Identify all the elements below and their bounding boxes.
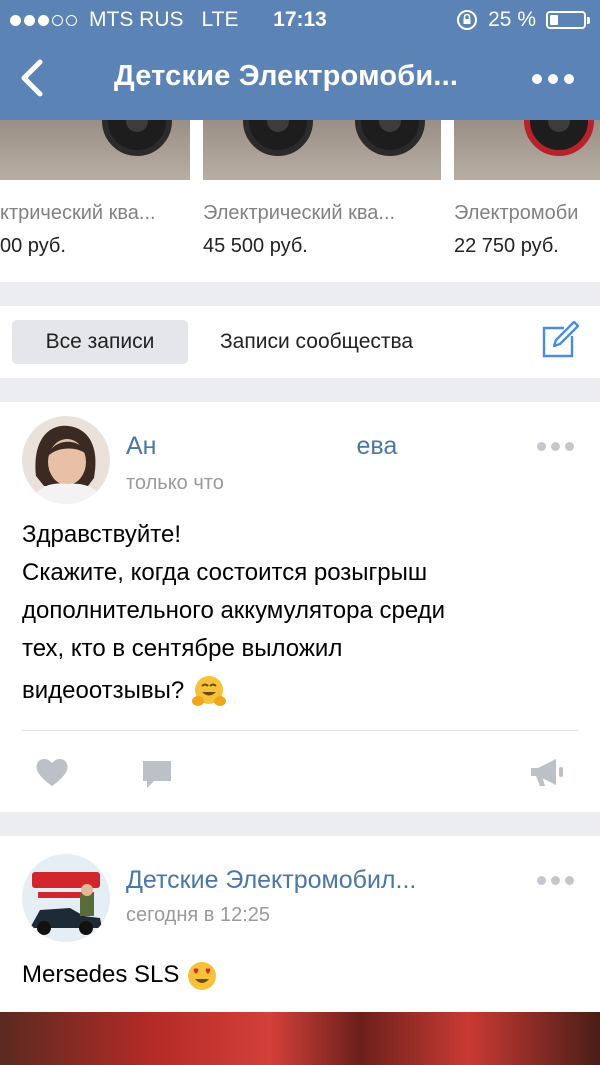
post-more-icon[interactable] (537, 442, 574, 451)
product-image (203, 120, 441, 180)
battery-icon (546, 11, 590, 29)
battery-percent: 25 % (488, 8, 536, 31)
post-text-line: Скажите, когда состоится розыгрыш (22, 559, 428, 586)
heart-eyes-emoji (188, 961, 217, 990)
post-text-line: видеоотзывы? (22, 677, 185, 704)
product-price: 45 500 руб. (203, 235, 308, 257)
community-avatar[interactable] (22, 854, 110, 942)
tab-all-posts[interactable]: Все записи (12, 320, 188, 364)
post-text-line: тех, кто в сентябре выложил (22, 635, 343, 662)
share-icon[interactable] (528, 756, 566, 788)
page-title: Детские Электромоби... (114, 60, 459, 92)
author-name-end: ева (356, 432, 398, 460)
post-text-line: Mersedes SLS (22, 961, 180, 988)
post-time: сегодня в 12:25 (126, 904, 270, 926)
post-text: Здравствуйте! Скажите, когда состоится р… (22, 516, 578, 710)
tab-community-posts[interactable]: Записи сообщества (220, 320, 413, 364)
post-text-line: дополнительного аккумулятора среди (22, 597, 446, 624)
product-card[interactable]: Электрический ква... 45 500 руб. (203, 120, 441, 258)
comment-icon[interactable] (140, 758, 174, 790)
product-card[interactable]: Электромоби 22 750 руб. (454, 120, 600, 258)
product-name: Электрический ква... (203, 202, 396, 224)
product-price: 00 руб. (0, 235, 66, 257)
author-name-start: Ан (126, 432, 157, 460)
like-icon[interactable] (34, 756, 70, 788)
wall-filter-bar: Все записи Записи сообщества (0, 306, 600, 378)
post-text-line: Здравствуйте! (22, 521, 182, 548)
more-horizontal-icon[interactable] (532, 74, 574, 84)
product-image (454, 120, 600, 180)
post-photo[interactable] (0, 1012, 600, 1065)
post-author[interactable]: Детские Электромобил... (126, 866, 416, 895)
product-card[interactable]: ктрический ква... 00 руб. (0, 120, 190, 258)
post-text: Mersedes SLS (22, 956, 578, 994)
chevron-left-icon[interactable] (14, 56, 54, 100)
product-image (0, 120, 190, 180)
product-name: Электромоби (454, 202, 579, 224)
orientation-lock-icon (457, 10, 478, 30)
top-bar: MTS RUS LTE 17:13 25 % Детские Электромо… (0, 0, 600, 120)
hugging-face-emoji (191, 675, 226, 706)
nav-bar: Детские Электромоби... (0, 38, 600, 120)
wall-post: Детские Электромобил... сегодня в 12:25 … (0, 836, 600, 1012)
post-divider (22, 730, 578, 731)
wall-post: Ан ева только что Здравствуйте! Скажите, … (0, 402, 600, 812)
status-bar: MTS RUS LTE 17:13 25 % (0, 0, 600, 38)
post-author[interactable]: Ан ева (126, 432, 397, 461)
edit-post-icon[interactable] (538, 320, 580, 362)
products-carousel: ктрический ква... 00 руб. Электрический … (0, 120, 600, 282)
product-name: ктрический ква... (0, 202, 156, 224)
status-right: 25 % (456, 8, 590, 32)
post-more-icon[interactable] (537, 876, 574, 885)
post-time: только что (126, 472, 224, 494)
product-price: 22 750 руб. (454, 235, 559, 257)
avatar[interactable] (22, 416, 110, 504)
